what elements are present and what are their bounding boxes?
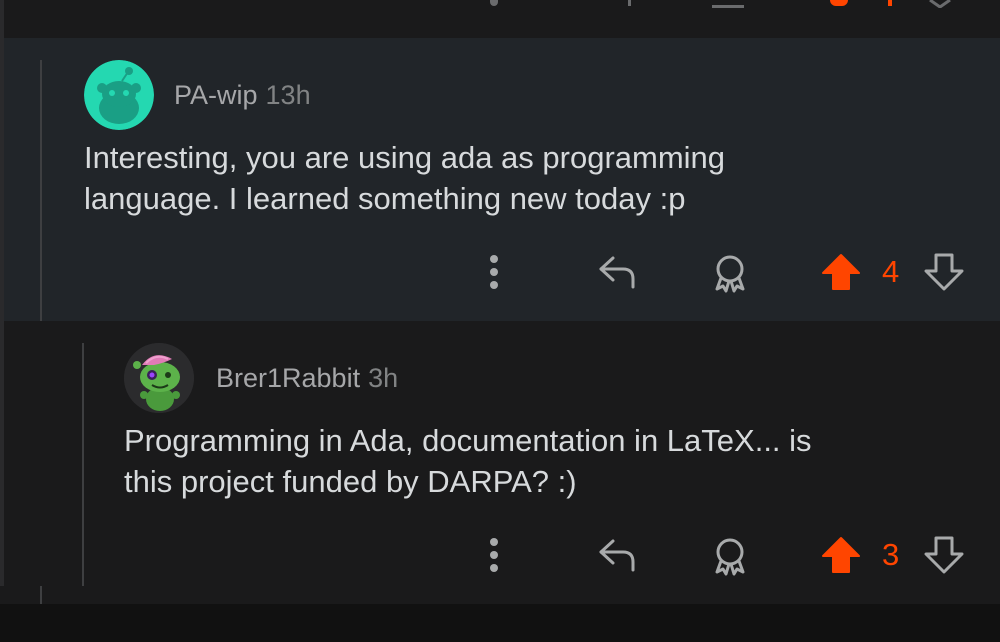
comment-body-line: this project funded by DARPA? :) xyxy=(124,464,577,499)
more-icon[interactable] xyxy=(490,0,498,6)
more-button[interactable] xyxy=(478,535,510,575)
more-icon xyxy=(490,255,498,289)
downvote-icon[interactable] xyxy=(928,0,952,8)
score xyxy=(888,0,892,6)
downvote-button[interactable] xyxy=(922,250,966,294)
upvote-button[interactable] xyxy=(818,533,864,577)
snoo-avatar-teal xyxy=(84,60,154,130)
comment-brer1rabbit: Brer1Rabbit 3h Programming in Ada, docume… xyxy=(4,321,1000,586)
downvote-icon xyxy=(924,253,964,291)
comment-body: Interesting, you are using ada as progra… xyxy=(84,137,725,219)
award-icon xyxy=(715,255,745,293)
downvote-icon xyxy=(924,536,964,574)
comment-body: Programming in Ada, documentation in LaT… xyxy=(124,420,812,502)
award-icon xyxy=(715,538,745,576)
thread-line[interactable] xyxy=(82,343,84,586)
score: 3 xyxy=(882,537,900,572)
award-button[interactable] xyxy=(708,535,752,577)
upvote-icon xyxy=(822,254,860,290)
comment-author-line: PA-wip 13h xyxy=(174,80,311,111)
reply-button[interactable] xyxy=(594,535,640,575)
upvote-icon xyxy=(822,537,860,573)
bottom-bar xyxy=(0,604,1000,642)
score: 4 xyxy=(882,254,900,289)
comment-author-line: Brer1Rabbit 3h xyxy=(216,363,398,394)
more-button[interactable] xyxy=(478,252,510,292)
previous-comment-actions xyxy=(0,0,1000,38)
comment-time: 3h xyxy=(368,363,399,393)
more-icon xyxy=(490,538,498,572)
upvote-button[interactable] xyxy=(818,250,864,294)
upvote-icon[interactable] xyxy=(830,0,848,6)
author-name[interactable]: Brer1Rabbit xyxy=(216,363,360,393)
downvote-button[interactable] xyxy=(922,533,966,577)
reply-icon xyxy=(599,256,635,289)
comment-body-line: Interesting, you are using ada as progra… xyxy=(84,140,726,175)
reply-icon[interactable] xyxy=(628,0,631,6)
reply-icon xyxy=(599,539,635,572)
avatar[interactable] xyxy=(84,60,154,130)
reply-button[interactable] xyxy=(594,252,640,292)
comment-time: 13h xyxy=(265,80,311,110)
comment-body-line: language. I learned something new today … xyxy=(84,181,686,216)
award-icon[interactable] xyxy=(712,0,744,8)
award-button[interactable] xyxy=(708,252,752,294)
comment-pa-wip: PA-wip 13h Interesting, you are using ada… xyxy=(4,38,1000,608)
avatar[interactable] xyxy=(124,343,194,413)
author-name[interactable]: PA-wip xyxy=(174,80,258,110)
comment-body-line: Programming in Ada, documentation in LaT… xyxy=(124,423,812,458)
snoo-avatar-green xyxy=(124,343,194,413)
